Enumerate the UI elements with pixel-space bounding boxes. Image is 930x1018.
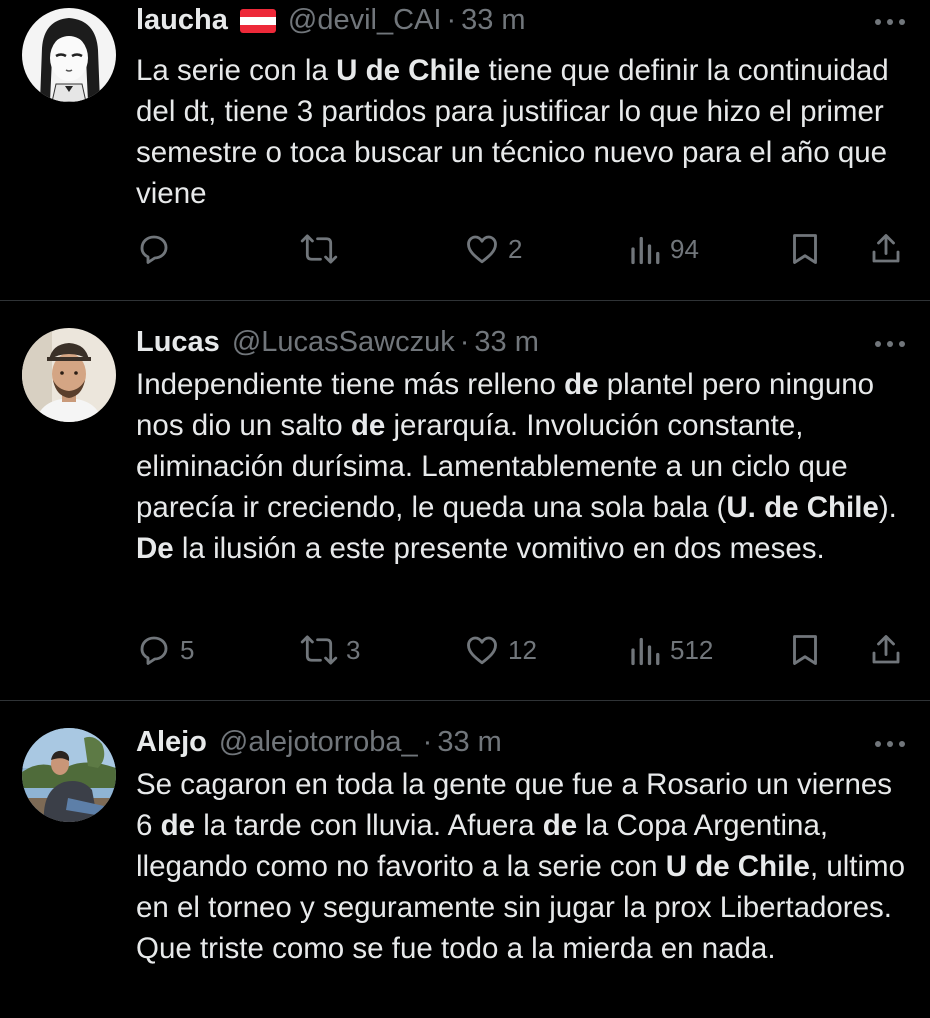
views-button[interactable]: 94: [628, 229, 699, 269]
views-count: 512: [670, 634, 714, 665]
like-count: 12: [508, 634, 537, 665]
share-icon: [872, 635, 900, 664]
highlighted-term: De: [136, 532, 174, 565]
reply-button[interactable]: 5: [136, 630, 194, 670]
timestamp[interactable]: 33 m: [461, 4, 525, 37]
tweet-actions: 5 3 12 512: [136, 630, 916, 670]
like-count: 2: [508, 233, 523, 264]
retweet-button[interactable]: 3: [300, 630, 360, 670]
retweet-count: 3: [346, 634, 361, 665]
user-handle[interactable]: @alejotorroba_: [219, 726, 418, 759]
views-button[interactable]: 512: [628, 630, 713, 670]
tweet-text-run: Independiente tiene más relleno: [136, 368, 565, 401]
austria-flag-icon: [239, 8, 276, 33]
share-button[interactable]: [868, 630, 904, 670]
heart-icon: [467, 636, 497, 665]
tweet-text-run: la tarde con lluvia. Afuera: [195, 809, 543, 842]
more-options-icon[interactable]: [872, 12, 908, 32]
reply-icon: [140, 636, 168, 665]
share-icon: [872, 234, 900, 263]
views-icon: [631, 637, 660, 666]
tweet-actions: 2 94: [136, 229, 916, 269]
tweet-text-run: ).: [878, 491, 897, 524]
highlighted-term: de: [542, 809, 578, 842]
bookmark-icon: [793, 635, 817, 665]
reply-count: 5: [180, 634, 195, 665]
tweet[interactable]: Alejo @alejotorroba_ · 33 m Se cagaron e…: [0, 701, 930, 1018]
user-handle[interactable]: @LucasSawczuk: [232, 326, 455, 359]
tweet-text-run: la ilusión a este presente vomitivo en d…: [173, 532, 825, 565]
highlighted-term: de: [564, 368, 599, 401]
tweet[interactable]: laucha @devil_CAI · 33 m La serie con la…: [0, 0, 930, 300]
separator-dot: ·: [422, 725, 433, 758]
avatar[interactable]: [22, 728, 116, 822]
tweet-text: La serie con la U de Chile tiene que def…: [136, 50, 916, 214]
tweet-text-run: La serie con la: [136, 54, 337, 87]
timestamp[interactable]: 33 m: [437, 726, 501, 759]
like-button[interactable]: 2: [464, 229, 522, 269]
share-button[interactable]: [868, 229, 904, 269]
bookmark-button[interactable]: [788, 229, 822, 269]
views-count: 94: [670, 233, 699, 264]
highlighted-term: U de Chile: [665, 850, 810, 883]
separator-dot: ·: [459, 325, 470, 358]
bookmark-icon: [793, 234, 817, 264]
retweet-button[interactable]: [300, 229, 346, 269]
retweet-icon: [300, 635, 338, 665]
bookmark-button[interactable]: [788, 630, 822, 670]
tweet-text: Independiente tiene más relleno de plant…: [136, 364, 916, 569]
highlighted-term: de: [160, 809, 196, 842]
like-button[interactable]: 12: [464, 630, 537, 670]
reply-icon: [140, 235, 168, 264]
more-options-icon[interactable]: [872, 334, 908, 354]
timestamp[interactable]: 33 m: [474, 326, 538, 359]
highlighted-term: U de Chile: [336, 54, 481, 87]
reply-button[interactable]: [136, 229, 180, 269]
tweet-text: Se cagaron en toda la gente que fue a Ro…: [136, 764, 916, 969]
highlighted-term: U. de Chile: [726, 491, 879, 524]
more-options-icon[interactable]: [872, 734, 908, 754]
heart-icon: [467, 235, 497, 264]
separator-dot: ·: [446, 3, 457, 36]
display-name[interactable]: laucha: [136, 4, 228, 37]
avatar[interactable]: [22, 8, 116, 102]
views-icon: [631, 236, 660, 265]
retweet-icon: [300, 234, 338, 264]
display-name[interactable]: Alejo: [136, 726, 207, 759]
highlighted-term: de: [350, 409, 386, 442]
user-handle[interactable]: @devil_CAI: [288, 4, 442, 37]
tweet[interactable]: Lucas @LucasSawczuk · 33 m Independiente…: [0, 301, 930, 700]
display-name[interactable]: Lucas: [136, 326, 220, 359]
avatar[interactable]: [22, 328, 116, 422]
